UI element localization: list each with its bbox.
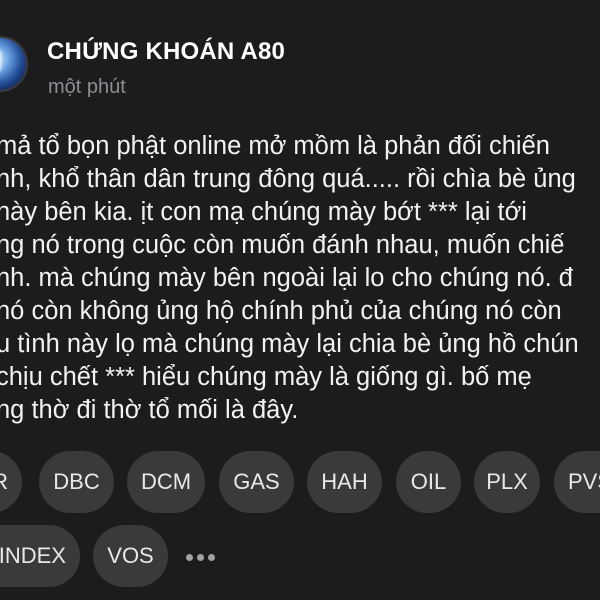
ellipsis-icon[interactable] bbox=[186, 554, 216, 562]
ticker-tag[interactable]: GAS bbox=[219, 451, 294, 513]
ticker-tag[interactable]: DCM bbox=[127, 451, 205, 513]
ticker-tag[interactable]: INDEX bbox=[0, 525, 80, 587]
ticker-tag[interactable]: VOS bbox=[93, 525, 168, 587]
post-line: u tình này lọ mà chúng mày lại chia bè ủ… bbox=[0, 330, 579, 358]
post-card: CHỨNG KHOÁN A80 một phút mả tổ bọn phật … bbox=[0, 0, 600, 600]
post-line: chịu chết *** hiểu chúng mày là giống gì… bbox=[0, 363, 532, 391]
post-line: nh, khổ thân dân trung đông quá..... rồi… bbox=[0, 165, 576, 193]
post-line: ng thờ đi thờ tổ mối là đây. bbox=[0, 396, 299, 424]
ticker-tag[interactable]: DBC bbox=[39, 451, 114, 513]
ticker-tag[interactable]: OIL bbox=[396, 451, 461, 513]
account-name[interactable]: CHỨNG KHOÁN A80 bbox=[47, 38, 285, 66]
ticker-tag[interactable]: HAH bbox=[307, 451, 382, 513]
post-line: mả tổ bọn phật online mở mồm là phản đối… bbox=[0, 132, 550, 160]
ticker-tag[interactable]: PVS bbox=[554, 451, 600, 513]
post-line: nó còn không ủng hộ chính phủ của chúng … bbox=[0, 297, 562, 325]
avatar-highlight bbox=[0, 48, 2, 74]
ticker-tag[interactable]: R bbox=[0, 451, 22, 513]
avatar[interactable] bbox=[0, 36, 28, 92]
post-line: này bên kia. ịt con mạ chúng mày bớt ***… bbox=[0, 198, 527, 226]
post-line: ng nó trong cuộc còn muốn đánh nhau, muố… bbox=[0, 231, 565, 259]
ticker-tag[interactable]: PLX bbox=[474, 451, 540, 513]
post-timestamp: một phút bbox=[48, 76, 126, 98]
post-line: nh. mà chúng mày bên ngoài lại lo cho ch… bbox=[0, 264, 573, 292]
